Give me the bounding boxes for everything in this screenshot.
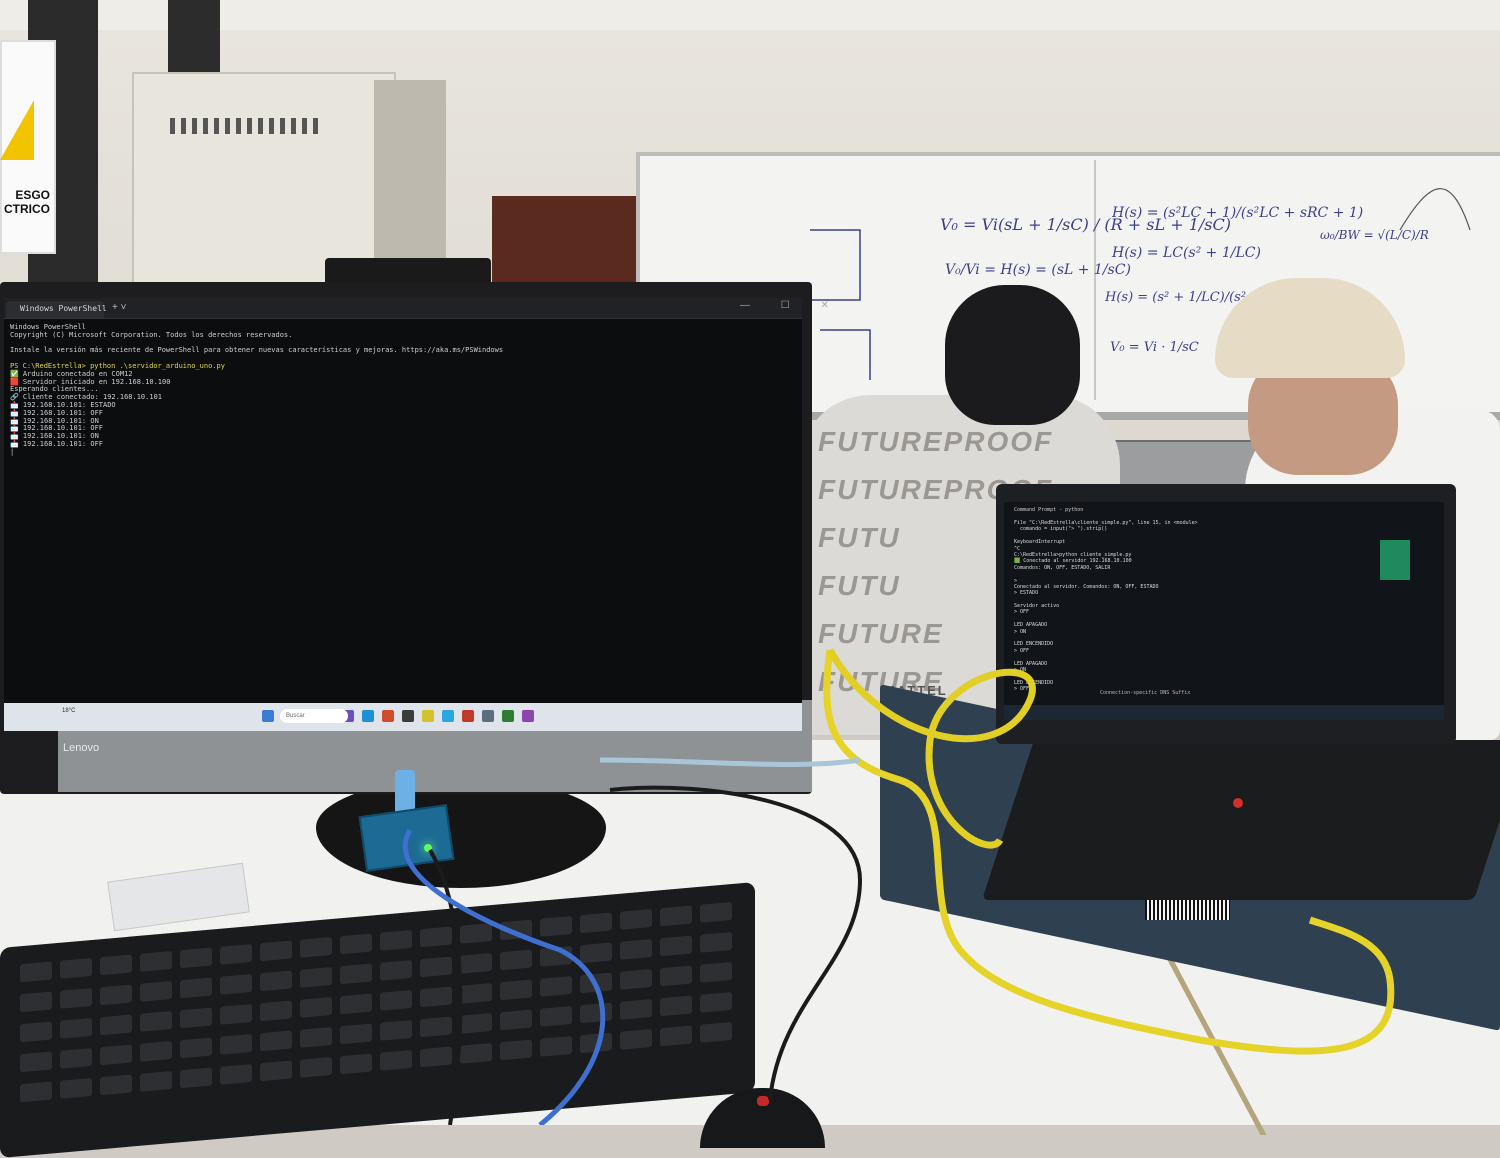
cables — [402, 648, 1395, 1125]
